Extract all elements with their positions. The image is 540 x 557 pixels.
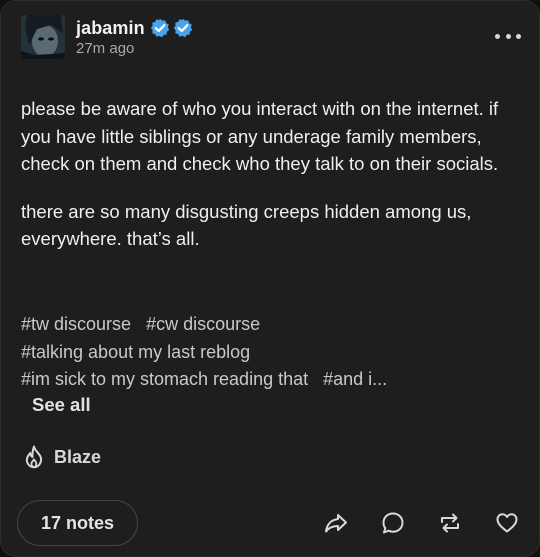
- share-button[interactable]: [322, 509, 350, 537]
- post-paragraph: please be aware of who you interact with…: [21, 98, 499, 174]
- post-meta: jabamin 27m ago: [76, 17, 193, 57]
- post-actions: [293, 509, 521, 537]
- tag-link[interactable]: #and i...: [323, 369, 387, 389]
- more-options-icon[interactable]: [495, 27, 521, 45]
- avatar[interactable]: [21, 15, 65, 59]
- reblog-button[interactable]: [436, 509, 464, 537]
- heart-icon: [496, 513, 518, 533]
- post-card: jabamin 27m ago please be aware of who y…: [0, 0, 540, 557]
- see-all-tags-button[interactable]: See all: [32, 394, 91, 416]
- share-icon: [325, 514, 347, 533]
- tag-link[interactable]: #cw discourse: [146, 314, 260, 334]
- reply-icon: [382, 512, 404, 534]
- flame-icon: [25, 445, 43, 469]
- avatar-image: [21, 15, 65, 59]
- post-tags: #tw discourse #cw discourse #talking abo…: [21, 311, 526, 394]
- reblog-icon: [441, 513, 459, 533]
- post-timestamp[interactable]: 27m ago: [76, 40, 193, 57]
- post-body: please be aware of who you interact with…: [21, 95, 526, 273]
- reply-button[interactable]: [379, 509, 407, 537]
- like-button[interactable]: [493, 509, 521, 537]
- tag-link[interactable]: #im sick to my stomach reading that: [21, 369, 308, 389]
- verified-badge-icon: [150, 18, 169, 38]
- notes-button[interactable]: 17 notes: [17, 500, 138, 546]
- name-row: jabamin: [76, 17, 193, 39]
- blaze-label: Blaze: [54, 446, 102, 467]
- post-header: jabamin 27m ago: [21, 15, 193, 59]
- tag-link[interactable]: #talking about my last reblog: [21, 342, 250, 362]
- post-paragraph: there are so many disgusting creeps hidd…: [21, 200, 472, 250]
- blaze-button[interactable]: Blaze: [21, 444, 101, 470]
- username[interactable]: jabamin: [76, 18, 145, 39]
- tag-link[interactable]: #tw discourse: [21, 314, 131, 334]
- verified-badge-icon: [173, 18, 192, 38]
- dot: [505, 33, 511, 39]
- dot: [495, 33, 500, 39]
- dot: [516, 33, 521, 39]
